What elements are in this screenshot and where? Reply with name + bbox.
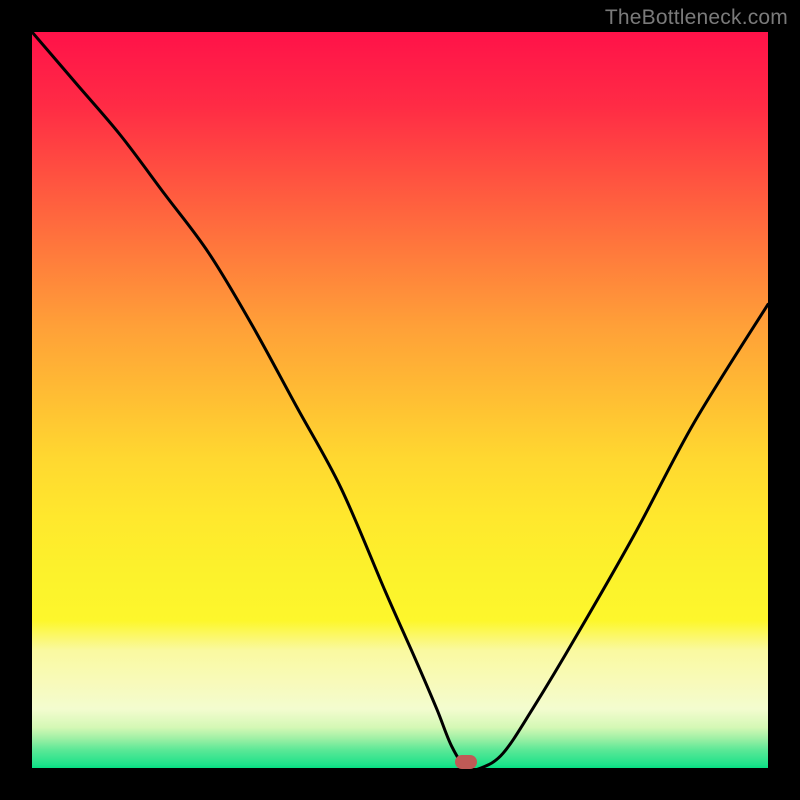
watermark-label: TheBottleneck.com [605, 6, 788, 30]
chart-frame: TheBottleneck.com [0, 0, 800, 800]
plot-area [32, 32, 768, 768]
optimal-point-marker [455, 755, 477, 769]
bottleneck-curve [32, 32, 768, 768]
